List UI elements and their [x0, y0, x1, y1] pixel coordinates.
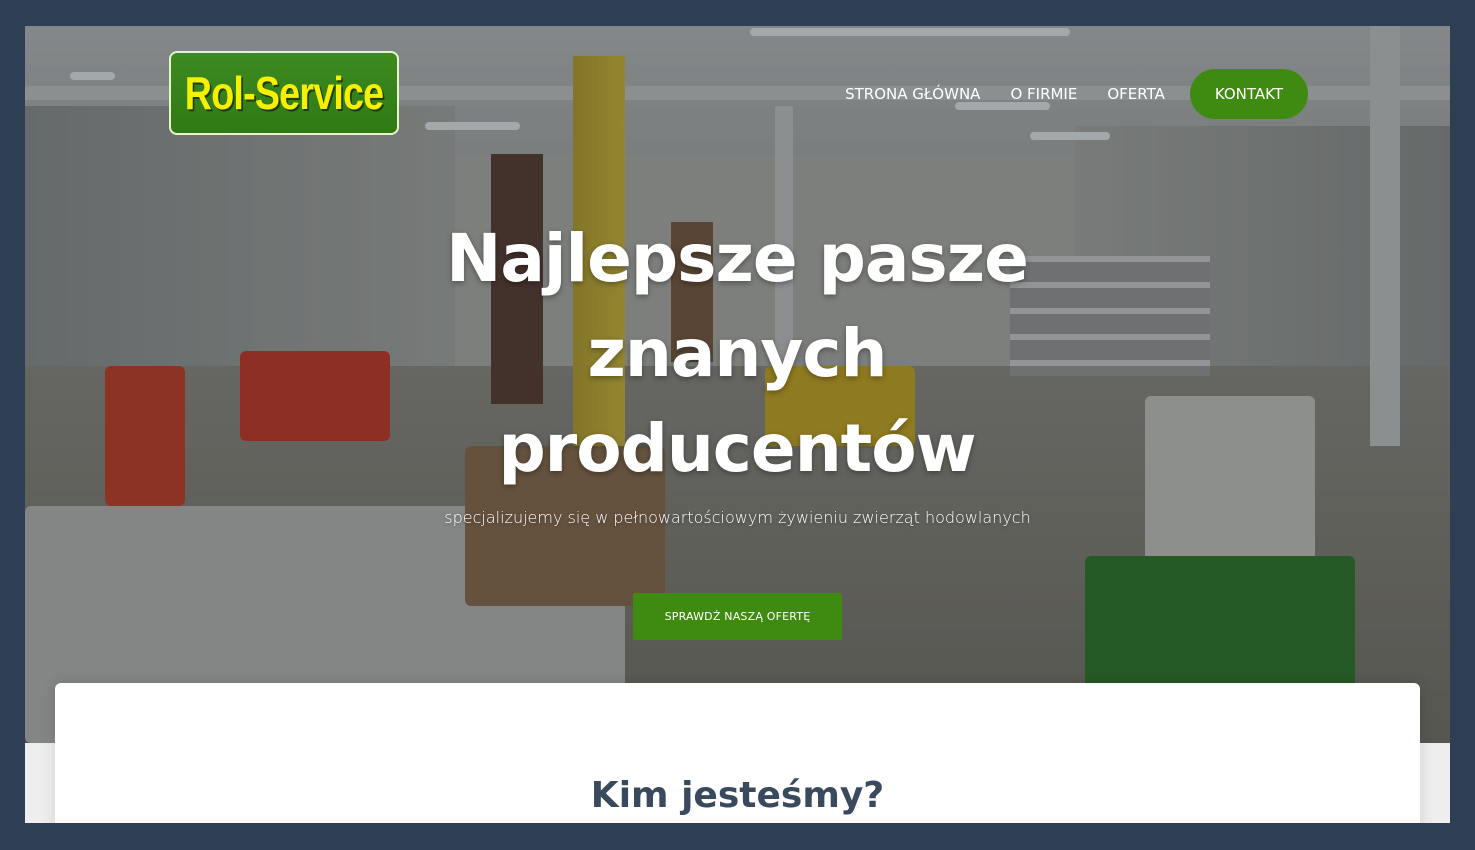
nav-contact-button[interactable]: KONTAKT	[1189, 69, 1308, 119]
site-logo-text: Rol-Service	[184, 67, 384, 119]
check-offer-button[interactable]: SPRAWDŹ NASZĄ OFERTĘ	[633, 593, 842, 640]
site-logo[interactable]: Rol-Service	[169, 51, 399, 135]
about-card: Kim jesteśmy?	[55, 683, 1420, 823]
nav-item-about[interactable]: O FIRMIE	[1010, 85, 1077, 103]
nav-item-offer[interactable]: OFERTA	[1107, 85, 1165, 103]
hero-title: Najlepsze pasze znanych producentów	[446, 220, 1029, 487]
page-frame: Rol-Service STRONA GŁÓWNA O FIRMIE OFERT…	[25, 26, 1450, 823]
hero-section: Rol-Service STRONA GŁÓWNA O FIRMIE OFERT…	[25, 26, 1450, 743]
about-title: Kim jesteśmy?	[590, 775, 885, 816]
nav-item-home[interactable]: STRONA GŁÓWNA	[845, 85, 980, 103]
main-nav: STRONA GŁÓWNA O FIRMIE OFERTA KONTAKT	[815, 69, 1308, 119]
hero-subtitle: specjalizujemy się w pełnowartościowym ż…	[444, 508, 1031, 527]
